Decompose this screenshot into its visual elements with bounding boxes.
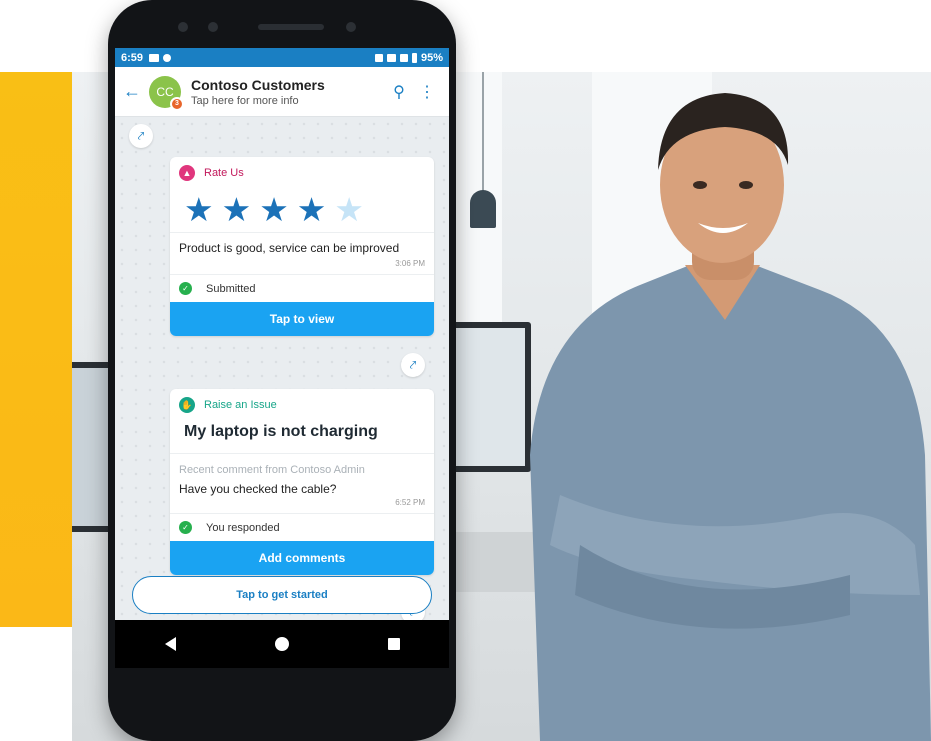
- vibrate-icon: [374, 53, 383, 62]
- search-icon[interactable]: ⚲: [385, 82, 413, 102]
- add-comments-button[interactable]: Add comments: [170, 541, 434, 575]
- more-options-icon[interactable]: ⋮: [413, 82, 441, 102]
- card-type-label: Rate Us: [204, 167, 244, 179]
- star-icon: ★: [259, 191, 289, 228]
- battery-icon: [411, 52, 417, 63]
- status-bar: 6:59 95%: [115, 48, 449, 67]
- nav-back-icon[interactable]: [164, 637, 176, 651]
- rating-comment: Product is good, service can be improved: [179, 241, 400, 255]
- share-icon[interactable]: ⤤: [129, 124, 153, 148]
- battery-level: 95%: [420, 51, 443, 64]
- share-icon[interactable]: ⤤: [401, 353, 425, 377]
- issue-title: My laptop is not charging: [184, 423, 378, 440]
- status-label: You responded: [206, 521, 280, 534]
- chat-info[interactable]: Contoso Customers Tap here for more info: [191, 77, 385, 107]
- avatar-initials: CC: [156, 84, 174, 99]
- avatar-badge: 3: [170, 96, 184, 111]
- front-camera-icon: [346, 22, 356, 32]
- wifi-icon: [386, 53, 396, 62]
- back-arrow-icon[interactable]: ←: [123, 81, 145, 102]
- chat-header: ← CC 3 Contoso Customers Tap here for mo…: [115, 67, 449, 117]
- status-time: 6:59: [121, 51, 144, 64]
- phone-mockup: 6:59 95% ← CC 3 Contoso Customers Tap he…: [108, 0, 456, 741]
- message-time: 3:06 PM: [395, 259, 425, 268]
- message-time: 6:52 PM: [395, 498, 425, 507]
- phone-screen: 6:59 95% ← CC 3 Contoso Customers Tap he…: [115, 48, 449, 668]
- camera-icon: [178, 22, 188, 32]
- status-label: Submitted: [206, 282, 256, 295]
- recent-comment-text: Have you checked the cable?: [179, 482, 337, 496]
- star-icon: ★: [296, 191, 327, 228]
- recent-comment-label: Recent comment from Contoso Admin: [179, 464, 365, 476]
- submission-status: ✓ Submitted: [170, 275, 434, 302]
- signal-icon: [399, 53, 408, 62]
- check-circle-icon: ✓: [179, 521, 192, 534]
- notification-icon: [149, 53, 160, 62]
- nav-home-icon[interactable]: [274, 637, 289, 651]
- tap-to-view-button[interactable]: Tap to view: [170, 302, 434, 336]
- check-circle-icon: ✓: [179, 282, 192, 295]
- rate-us-card: ▲ Rate Us ★ ★ ★ ★ ★ Product is good, ser…: [170, 157, 434, 336]
- android-nav-bar: [115, 620, 449, 668]
- chat-title: Contoso Customers: [191, 76, 325, 93]
- card-type-label: Raise an Issue: [204, 399, 277, 411]
- chat-subtitle: Tap here for more info: [191, 94, 299, 107]
- smiling-man-photo: [530, 93, 931, 741]
- card-header: ✋ Raise an Issue: [170, 389, 434, 417]
- raise-issue-card: ✋ Raise an Issue My laptop is not chargi…: [170, 389, 434, 575]
- chat-area: ⤤ ▲ Rate Us ★ ★ ★ ★ ★ Product is good, s…: [115, 117, 449, 624]
- marketing-composition: 6:59 95% ← CC 3 Contoso Customers Tap he…: [0, 0, 931, 741]
- nav-recents-icon[interactable]: [387, 638, 400, 650]
- hand-icon: ✋: [179, 397, 195, 413]
- group-avatar[interactable]: CC 3: [149, 75, 184, 111]
- response-status: ✓ You responded: [170, 514, 434, 541]
- card-header: ▲ Rate Us: [170, 157, 434, 185]
- star-empty-icon: ★: [334, 191, 364, 228]
- thumbs-up-icon: ▲: [179, 165, 195, 181]
- phone-top-bezel: [108, 0, 456, 48]
- get-started-button[interactable]: Tap to get started: [132, 576, 432, 614]
- app-notification-icon: [163, 53, 172, 62]
- star-icon: ★: [221, 191, 252, 228]
- speaker-grille: [258, 24, 324, 30]
- star-rating: ★ ★ ★ ★ ★: [170, 185, 434, 232]
- star-icon: ★: [184, 191, 214, 228]
- sensor-icon: [208, 22, 218, 32]
